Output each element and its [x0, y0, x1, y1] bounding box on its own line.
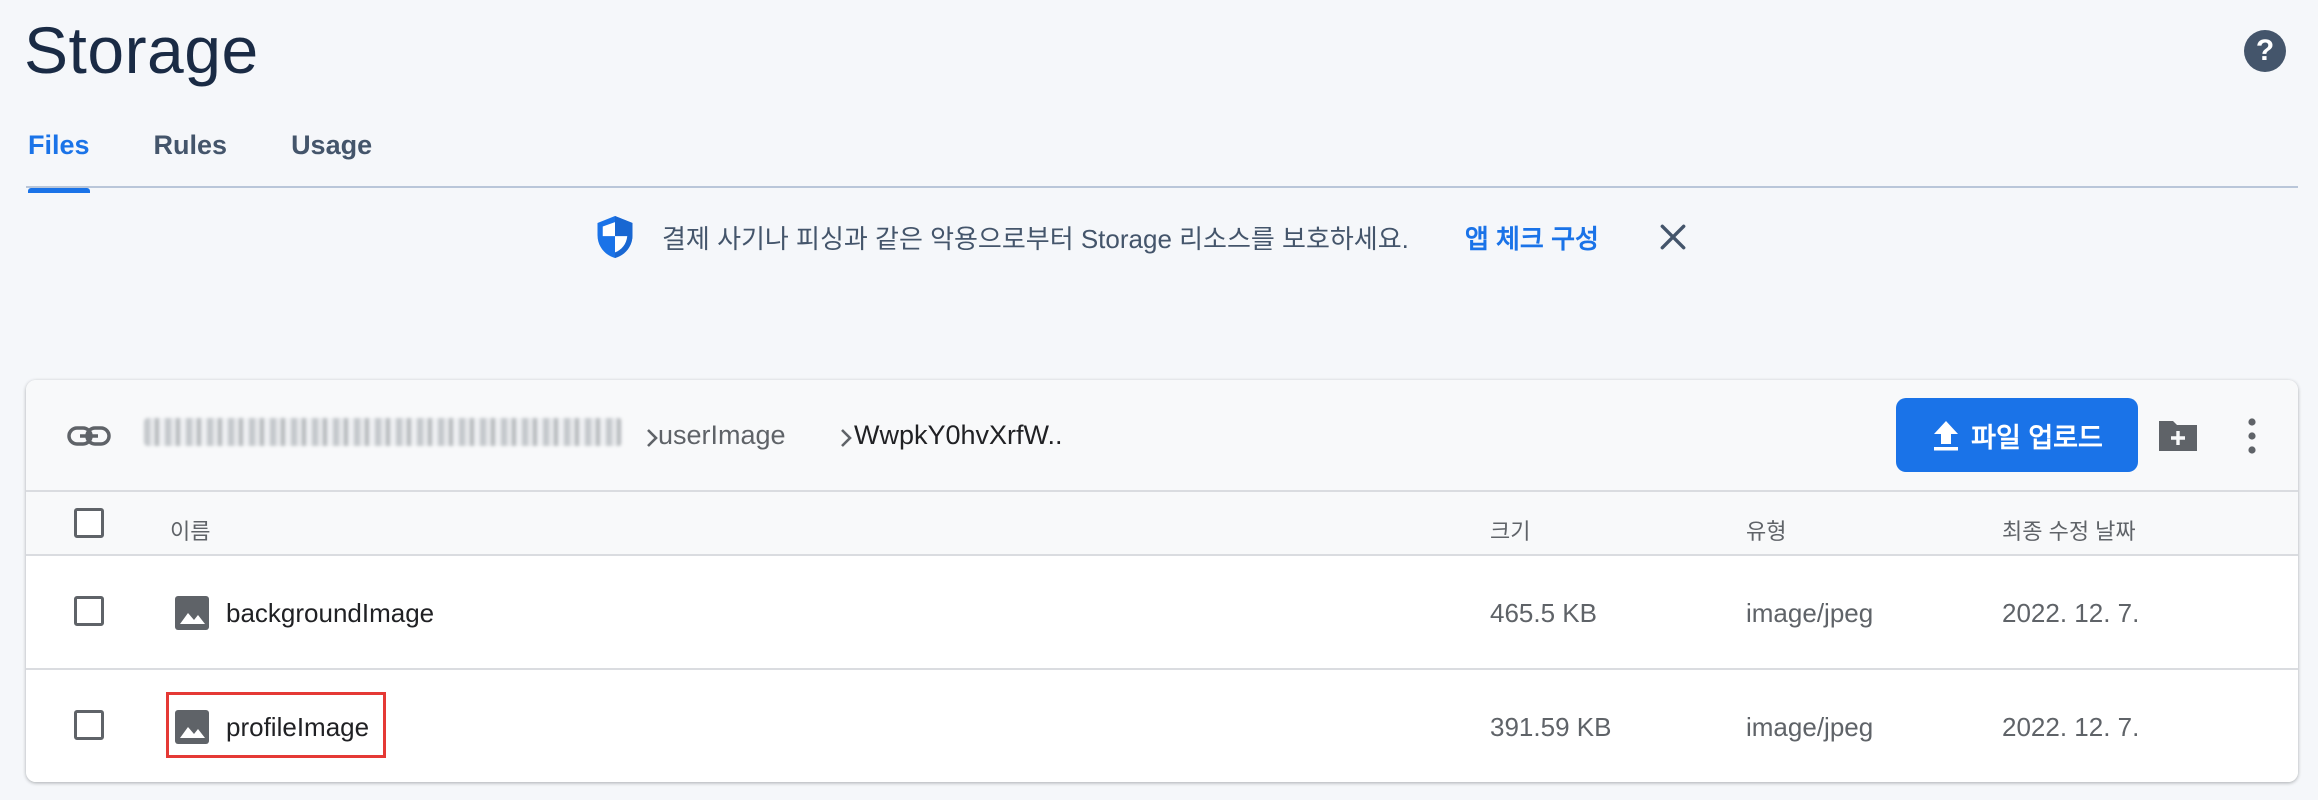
new-folder-icon[interactable] [2156, 416, 2200, 454]
configure-app-check-link[interactable]: 앱 체크 구성 [1465, 219, 1599, 256]
column-header-modified[interactable]: 최종 수정 날짜 [2002, 514, 2136, 546]
file-size: 465.5 KB [1490, 598, 1597, 628]
table-row[interactable]: backgroundImage 465.5 KB image/jpeg 2022… [26, 556, 2298, 670]
row-checkbox[interactable] [74, 710, 104, 740]
file-modified-date: 2022. 12. 7. [2002, 712, 2140, 742]
file-size: 391.59 KB [1490, 712, 1612, 742]
banner-text: 결제 사기나 피싱과 같은 악용으로부터 Storage 리소스를 보호하세요. [662, 223, 1409, 254]
chevron-right-icon [841, 429, 852, 447]
file-name[interactable]: backgroundImage [226, 598, 434, 629]
upload-file-button[interactable]: 파일 업로드 [1896, 398, 2138, 472]
table-row[interactable]: profileImage 391.59 KB image/jpeg 2022. … [26, 670, 2298, 782]
select-all-checkbox[interactable] [74, 508, 104, 538]
file-name[interactable]: profileImage [226, 712, 369, 743]
close-icon[interactable] [1657, 221, 1689, 253]
upload-button-label: 파일 업로드 [1971, 422, 2103, 453]
page-title: Storage [24, 13, 259, 87]
tab-rules[interactable]: Rules [154, 126, 228, 191]
tab-files[interactable]: Files [28, 126, 90, 193]
column-header-type[interactable]: 유형 [1746, 514, 1786, 546]
files-card: userImage WwpkY0hvXrfW.. 파일 업로드 이름 크기 유형… [26, 380, 2298, 782]
breadcrumb-current-folder: WwpkY0hvXrfW.. [854, 420, 1063, 450]
tab-bar: Files Rules Usage [28, 126, 436, 193]
image-file-icon [175, 710, 209, 744]
files-toolbar: userImage WwpkY0hvXrfW.. 파일 업로드 [26, 380, 2298, 492]
link-icon[interactable] [66, 418, 112, 454]
column-header-size[interactable]: 크기 [1490, 514, 1530, 546]
image-file-icon [175, 596, 209, 630]
table-header: 이름 크기 유형 최종 수정 날짜 [26, 492, 2298, 556]
shield-icon [597, 216, 633, 258]
tab-usage[interactable]: Usage [291, 126, 372, 191]
tabs-divider [26, 186, 2298, 188]
file-modified-date: 2022. 12. 7. [2002, 598, 2140, 628]
more-vert-icon[interactable] [2242, 414, 2262, 458]
upload-icon [1934, 421, 1959, 451]
file-type: image/jpeg [1746, 598, 1874, 628]
file-type: image/jpeg [1746, 712, 1874, 742]
app-check-banner: 결제 사기나 피싱과 같은 악용으로부터 Storage 리소스를 보호하세요.… [594, 210, 1689, 264]
breadcrumb-userimage[interactable]: userImage [658, 420, 786, 451]
column-header-name[interactable]: 이름 [170, 514, 210, 546]
bucket-path-redacted[interactable] [144, 418, 622, 446]
row-checkbox[interactable] [74, 596, 104, 626]
help-icon[interactable]: ? [2244, 30, 2286, 72]
